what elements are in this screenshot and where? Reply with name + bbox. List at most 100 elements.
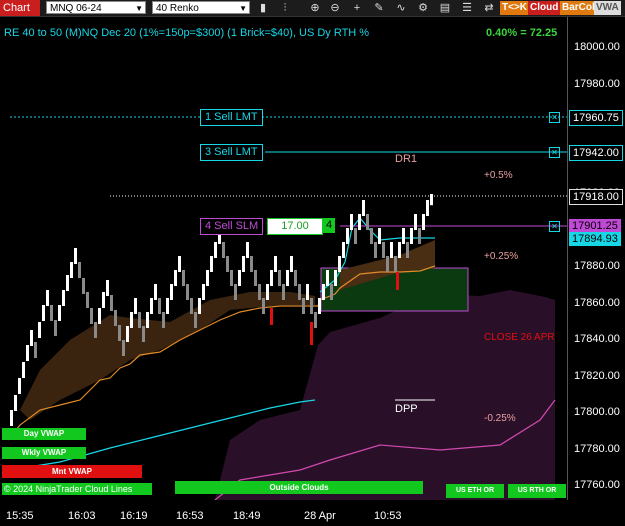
renko-brick [310, 298, 313, 314]
renko-brick [206, 270, 209, 286]
slm-qty[interactable]: 4 [323, 218, 335, 233]
renko-brick [290, 256, 293, 272]
drawing-tools-icon[interactable]: ✎ [372, 1, 386, 15]
renko-brick [250, 256, 253, 272]
y-tick-label: 17980.00 [574, 77, 620, 90]
wkly-vwap-button[interactable]: Wkly VWAP [2, 447, 86, 459]
renko-brick [326, 270, 329, 286]
renko-brick [202, 284, 205, 300]
renko-brick [14, 395, 17, 411]
renko-brick [70, 262, 73, 278]
last-price-tag: 17918.00 [569, 189, 623, 205]
renko-brick [166, 298, 169, 314]
templates-icon[interactable]: ▤ [438, 1, 452, 15]
renko-brick [234, 284, 237, 300]
renko-brick [306, 284, 309, 300]
us-rth-or-button[interactable]: US RTH OR [508, 484, 566, 498]
sell-lmt1-price-tag: 17960.75 [569, 110, 623, 126]
barcol-toggle[interactable]: BarCol [560, 1, 597, 15]
chevron-down-icon: ▼ [135, 4, 143, 13]
renko-brick-down [396, 272, 399, 290]
renko-brick [418, 228, 421, 244]
renko-brick [302, 298, 305, 314]
renko-brick [138, 312, 141, 328]
renko-brick [286, 270, 289, 286]
cloud-toggle[interactable]: Cloud [528, 1, 561, 15]
chart-title: RE 40 to 50 (M)NQ Dec 20 (1%=150p=$300) … [4, 27, 370, 39]
renko-brick [194, 312, 197, 328]
x-tick-label: 15:35 [6, 510, 34, 522]
indicators-icon[interactable]: ∿ [394, 1, 408, 15]
renko-brick [198, 298, 201, 314]
slm-price-field[interactable]: 17.00 [267, 218, 323, 235]
crosshair-icon[interactable]: + [350, 1, 364, 15]
renko-brick [118, 325, 121, 341]
x-tick-label: 16:03 [68, 510, 96, 522]
renko-brick [386, 256, 389, 272]
renko-brick [278, 270, 281, 286]
day-vwap-button[interactable]: Day VWAP [2, 428, 86, 440]
instrument-selector[interactable]: MNQ 06-24 ▼ [46, 1, 146, 14]
renko-brick [174, 270, 177, 286]
renko-brick [366, 214, 369, 230]
us-eth-or-button[interactable]: US ETH OR [446, 484, 504, 498]
renko-brick [50, 305, 53, 321]
renko-brick [42, 305, 45, 321]
renko-brick [378, 228, 381, 244]
dpp-label: DPP [395, 403, 418, 415]
renko-brick [322, 284, 325, 300]
close-order-icon[interactable]: ✕ [549, 147, 560, 158]
sell-lmt1-order[interactable]: 1 Sell LMT [200, 109, 263, 126]
y-tick-label: 18000.00 [574, 41, 620, 53]
renko-brick [190, 298, 193, 314]
renko-brick [394, 256, 397, 272]
renko-brick [398, 242, 401, 258]
renko-brick [186, 284, 189, 300]
renko-brick [238, 270, 241, 286]
tk-toggle[interactable]: T<>K [500, 1, 530, 15]
renko-brick [10, 410, 13, 426]
period-selector[interactable]: 40 Renko ▼ [152, 1, 250, 14]
sell-slm-order[interactable]: 4 Sell SLM [200, 218, 264, 235]
close-order-icon[interactable]: ✕ [549, 112, 560, 123]
bars-icon[interactable]: ▮ [256, 1, 270, 15]
chart-menu-button[interactable]: Chart [0, 0, 40, 16]
renko-brick [130, 312, 133, 328]
renko-brick [354, 228, 357, 244]
strategies-icon[interactable]: ⚙ [416, 1, 430, 15]
sync-icon[interactable]: ⇄ [482, 1, 496, 15]
renko-brick [142, 326, 145, 342]
renko-brick [262, 298, 265, 314]
renko-brick [154, 284, 157, 300]
x-tick-label: 18:49 [233, 510, 261, 522]
plus05-label: +0.5% [484, 170, 513, 181]
renko-brick [414, 214, 417, 230]
renko-brick [106, 280, 109, 296]
chart-style-icon[interactable]: ⫶ [278, 1, 292, 15]
renko-brick [338, 256, 341, 272]
vwap-toggle[interactable]: VWA [594, 1, 621, 15]
renko-brick [254, 270, 257, 286]
mnt-vwap-button[interactable]: Mnt VWAP [2, 465, 142, 478]
renko-brick [86, 292, 89, 308]
renko-brick [82, 278, 85, 294]
zoom-out-icon[interactable]: ⊖ [328, 1, 342, 15]
renko-brick [150, 298, 153, 314]
outside-clouds-button[interactable]: Outside Clouds [175, 481, 423, 494]
renko-brick [134, 298, 137, 314]
renko-brick [298, 284, 301, 300]
period-label: 40 Renko [156, 3, 199, 14]
y-tick-label: 17780.00 [574, 442, 620, 455]
renko-brick [94, 322, 97, 338]
renko-brick [158, 298, 161, 314]
renko-brick [270, 270, 273, 286]
close-order-icon[interactable]: ✕ [549, 221, 560, 232]
cloud-lines-button[interactable]: © 2024 NinjaTrader Cloud Lines [2, 483, 152, 495]
sell-lmt2-order[interactable]: 3 Sell LMT [200, 144, 263, 161]
renko-brick [78, 262, 81, 278]
minus025-label: -0.25% [484, 413, 516, 424]
zoom-in-icon[interactable]: ⊕ [308, 1, 322, 15]
renko-brick [34, 342, 37, 358]
properties-icon[interactable]: ☰ [460, 1, 474, 15]
renko-brick [170, 284, 173, 300]
